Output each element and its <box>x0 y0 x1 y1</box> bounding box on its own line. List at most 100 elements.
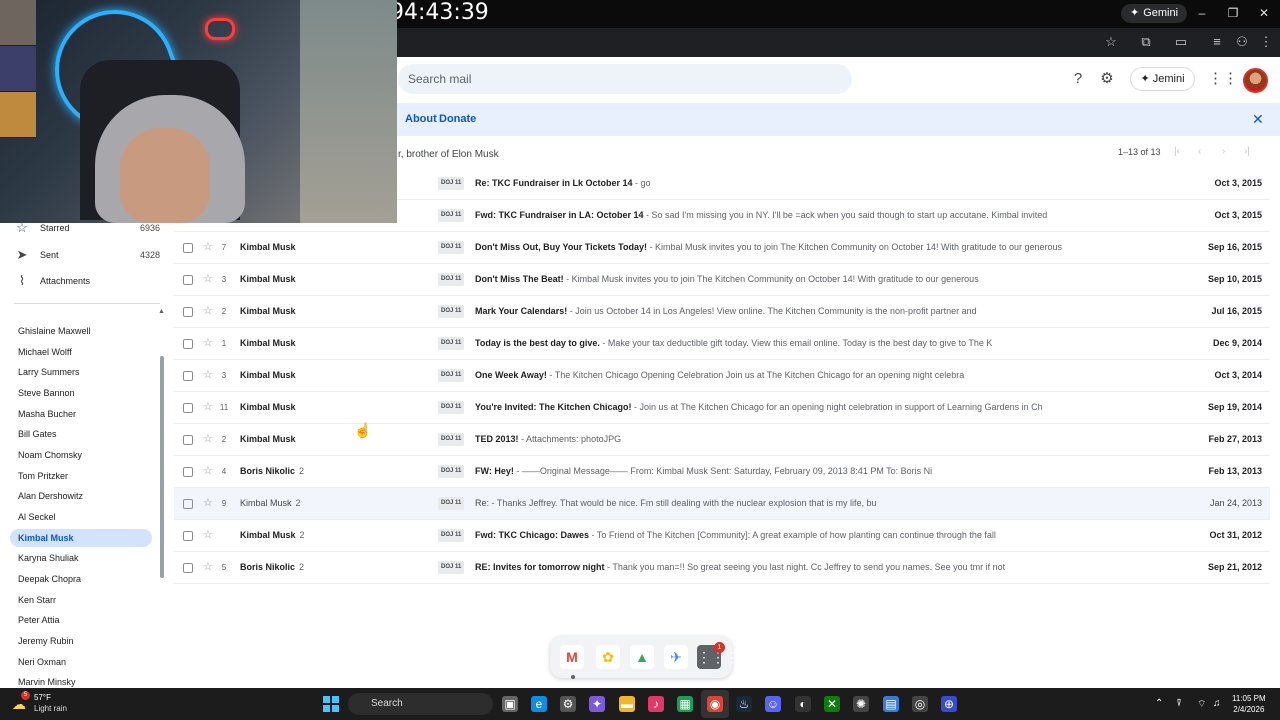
first-page-icon[interactable]: |‹ <box>1174 146 1180 157</box>
volume-icon[interactable]: ♫ <box>1213 698 1221 709</box>
jemini-button[interactable]: ✦ Jemini <box>1130 67 1195 91</box>
row-checkbox[interactable] <box>183 499 193 509</box>
table-row[interactable]: ☆ Kimbal Musk 2 DOJ 11 Fwd: TKC Chicago: Daw… <box>174 520 1270 552</box>
photos-app-icon[interactable]: ▤ <box>883 696 899 712</box>
label-item[interactable]: Ghislaine Maxwell <box>10 322 152 340</box>
table-row[interactable]: ☆ 1 Kimbal Musk DOJ 11 Today is the best day… <box>174 328 1270 360</box>
label-item[interactable]: Steve Bannon <box>10 384 152 402</box>
label-tag[interactable]: DOJ 11 <box>438 401 465 414</box>
last-page-icon[interactable]: ›| <box>1244 146 1250 157</box>
sidebar-item-sent[interactable]: ➤ Sent 4328 <box>0 243 170 267</box>
label-tag[interactable]: DOJ 11 <box>438 497 465 510</box>
label-tag[interactable]: DOJ 11 <box>438 209 465 222</box>
label-tag[interactable]: DOJ 11 <box>438 433 465 446</box>
reading-list-icon[interactable]: ≡ <box>1208 33 1226 51</box>
label-tag[interactable]: DOJ 11 <box>438 337 465 350</box>
spreadsheet-icon[interactable]: ▦ <box>677 696 693 712</box>
chrome-icon[interactable]: ◉ <box>707 696 723 712</box>
star-icon[interactable]: ☆ <box>203 232 213 263</box>
label-item[interactable]: Masha Bucher <box>10 405 152 423</box>
gear-icon[interactable]: ⚙ <box>1097 69 1117 89</box>
tray-overflow-icon[interactable]: ⌃ <box>1155 698 1163 709</box>
row-checkbox[interactable] <box>183 403 193 413</box>
label-item-active[interactable]: Kimbal Musk <box>10 529 152 547</box>
settings-icon[interactable]: ⚙ <box>560 696 576 712</box>
file-explorer-icon[interactable]: ▬ <box>619 696 635 712</box>
flights-icon[interactable]: ✈ <box>664 645 688 669</box>
minimize-icon[interactable]: – <box>1192 4 1212 22</box>
label-item[interactable]: Ken Starr <box>10 591 152 609</box>
xbox-icon[interactable]: ✕ <box>824 696 840 712</box>
table-row[interactable]: ☆ 7 Kimbal Musk DOJ 11 Don't Miss Out, Buy Y… <box>174 232 1270 264</box>
table-row[interactable]: ☆ 2 Kimbal Musk DOJ 11 TED 2013! - Attachmen… <box>174 424 1270 456</box>
table-row[interactable]: ☆ 11 Kimbal Musk DOJ 11 You're Invited: The … <box>174 392 1270 424</box>
windows-start-icon[interactable] <box>323 696 339 712</box>
profile-extension-icon[interactable]: ⚇ <box>1233 33 1251 51</box>
prev-page-icon[interactable]: ‹ <box>1198 146 1201 157</box>
about-link[interactable]: About <box>405 113 437 125</box>
label-item[interactable]: Neri Oxman <box>10 653 152 671</box>
label-tag[interactable]: DOJ 11 <box>438 305 465 318</box>
search-input[interactable]: Search mail <box>398 64 852 94</box>
cast-icon[interactable]: ▭ <box>1172 33 1190 51</box>
star-icon[interactable]: ☆ <box>203 520 213 551</box>
table-row[interactable]: ☆ 5 Boris Nikolic 2 DOJ 11 RE: Invites for to… <box>174 552 1270 584</box>
label-item[interactable]: Jeremy Rubin <box>10 632 152 650</box>
table-row[interactable]: ☆ 3 Kimbal Musk DOJ 11 One Week Away! - The … <box>174 360 1270 392</box>
close-icon[interactable]: ✕ <box>1252 111 1264 128</box>
star-icon[interactable]: ☆ <box>203 456 213 487</box>
row-checkbox[interactable] <box>183 339 193 349</box>
taskbar-search[interactable]: Search <box>348 693 493 715</box>
row-checkbox[interactable] <box>183 563 193 573</box>
browser-menu-icon[interactable]: ⋮ <box>1257 33 1275 51</box>
label-tag[interactable]: DOJ 11 <box>438 465 465 478</box>
label-item[interactable]: Michael Wolff <box>10 343 152 361</box>
drive-icon[interactable]: ▲ <box>630 645 654 669</box>
table-row[interactable]: ☆ 3 Kimbal Musk DOJ 11 Don't Miss The Beat! … <box>174 264 1270 296</box>
app-icon[interactable]: ⊕ <box>941 696 957 712</box>
restore-icon[interactable]: ❐ <box>1223 4 1243 22</box>
label-item[interactable]: Karyna Shuliak <box>10 549 152 567</box>
microphone-icon[interactable]: ⍒ <box>1176 698 1182 709</box>
label-tag[interactable]: DOJ 11 <box>438 273 465 286</box>
help-icon[interactable]: ? <box>1068 69 1088 89</box>
label-tag[interactable]: DOJ 11 <box>438 561 465 574</box>
gmail-icon[interactable]: M <box>560 645 584 669</box>
label-item[interactable]: Deepak Chopra <box>10 570 152 588</box>
row-checkbox[interactable] <box>183 467 193 477</box>
bookmark-star-icon[interactable]: ☆ <box>1102 33 1120 51</box>
label-tag[interactable]: DOJ 11 <box>438 369 465 382</box>
edge-icon[interactable]: e <box>531 696 547 712</box>
taskbar-clock[interactable]: 11:05 PM 2/4/2026 <box>1232 693 1266 715</box>
label-item[interactable]: Al Seckel <box>10 508 152 526</box>
star-icon[interactable]: ☆ <box>203 392 213 423</box>
apps-grid-icon[interactable]: ⋮⋮ <box>1208 69 1238 89</box>
star-icon[interactable]: ☆ <box>203 552 213 583</box>
donate-link[interactable]: Donate <box>439 113 476 125</box>
table-row[interactable]: ☆ 2 Kimbal Musk DOJ 11 Mark Your Calendars! … <box>174 296 1270 328</box>
label-tag[interactable]: DOJ 11 <box>438 241 465 254</box>
label-tag[interactable]: DOJ 11 <box>438 177 465 190</box>
star-icon[interactable]: ☆ <box>203 360 213 391</box>
label-item[interactable]: Bill Gates <box>10 425 152 443</box>
table-row[interactable]: ☆ 4 Boris Nikolic 2 DOJ 11 FW: Hey! - ——Origi… <box>174 456 1270 488</box>
scroll-up-icon[interactable]: ▲ <box>158 308 165 315</box>
star-icon[interactable]: ☆ <box>203 424 213 455</box>
label-item[interactable]: Alan Dershowitz <box>10 487 152 505</box>
close-window-icon[interactable]: ✕ <box>1254 4 1274 22</box>
row-checkbox[interactable] <box>183 435 193 445</box>
row-checkbox[interactable] <box>183 371 193 381</box>
row-checkbox[interactable] <box>183 531 193 541</box>
weather-widget[interactable]: 57°F Light rain <box>12 692 67 714</box>
sidebar-item-attachments[interactable]: ⌇ Attachments <box>0 269 170 293</box>
star-icon[interactable]: ☆ <box>203 296 213 327</box>
discord-icon[interactable]: ☺ <box>765 696 781 712</box>
label-item[interactable]: Noam Chomsky <box>10 446 152 464</box>
label-item[interactable]: Peter Attia <box>10 611 152 629</box>
extensions-icon[interactable]: ⧉ <box>1137 33 1155 51</box>
row-checkbox[interactable] <box>183 307 193 317</box>
star-icon[interactable]: ☆ <box>203 264 213 295</box>
avatar[interactable] <box>1243 68 1268 93</box>
label-tag[interactable]: DOJ 11 <box>438 529 465 542</box>
photos-icon[interactable]: ✿ <box>596 645 620 669</box>
